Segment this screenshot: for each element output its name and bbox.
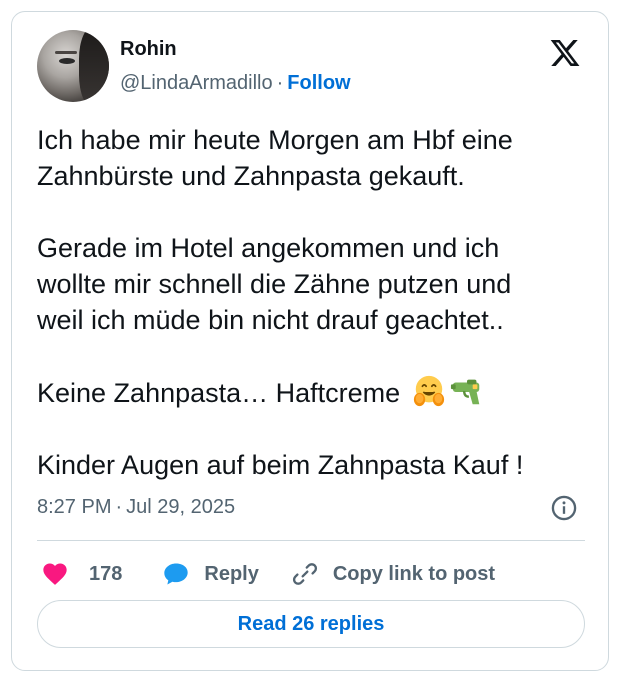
tweet-line: Zahnbürste und Zahnpasta gekauft. xyxy=(37,161,465,191)
tweet-line: Gerade im Hotel angekommen und ich xyxy=(37,233,500,263)
tweet-date: Jul 29, 2025 xyxy=(126,496,236,518)
tweet-card: Rohin @LindaArmadillo · Follow Ich habe mi… xyxy=(11,11,609,671)
info-icon[interactable] xyxy=(550,494,578,522)
like-button[interactable]: 178 xyxy=(41,560,122,588)
handle-separator: · xyxy=(276,72,284,94)
follow-button[interactable]: Follow xyxy=(287,72,350,94)
tweet-line: wollte mir schnell die Zähne putzen und xyxy=(37,269,512,299)
copy-link-button[interactable]: Copy link to post xyxy=(291,560,495,588)
avatar-brow xyxy=(55,51,77,54)
link-icon xyxy=(292,563,317,585)
reply-button[interactable]: Reply xyxy=(162,560,259,588)
action-bar: 178 Reply Copy link to post xyxy=(37,554,585,594)
tweet-text: Ich habe mir heute Morgen am Hbf eine Za… xyxy=(37,122,597,483)
tweet-line: Keine Zahnpasta… Haftcreme xyxy=(37,378,401,408)
speech-bubble-icon xyxy=(164,563,189,585)
like-count: 178 xyxy=(89,562,123,585)
avatar-hair xyxy=(79,30,109,102)
tweet-line: Ich habe mir heute Morgen am Hbf eine xyxy=(37,125,513,155)
avatar-eye xyxy=(59,58,75,64)
tweet-line: Kinder Augen auf beim Zahnpasta Kauf ! xyxy=(37,450,524,480)
reply-label: Reply xyxy=(204,562,259,585)
author-name[interactable]: Rohin xyxy=(120,38,177,61)
divider xyxy=(37,540,585,541)
author-handle[interactable]: @LindaArmadillo xyxy=(120,72,273,94)
tweet-timestamp[interactable]: 8:27 PM · Jul 29, 2025 xyxy=(37,496,235,519)
copy-link-label: Copy link to post xyxy=(332,562,496,585)
author-handle-line: @LindaArmadillo · Follow xyxy=(120,72,351,95)
water-pistol-emoji-icon xyxy=(450,379,479,405)
tweet-line-with-emoji: Keine Zahnpasta… Haftcreme xyxy=(37,374,597,411)
x-logo-icon[interactable] xyxy=(548,37,582,69)
avatar[interactable] xyxy=(37,30,109,102)
read-replies-button[interactable]: Read 26 replies xyxy=(37,600,585,648)
timestamp-separator: · xyxy=(115,496,123,518)
tweet-time: 8:27 PM xyxy=(37,496,112,518)
hugging-face-emoji-icon xyxy=(413,375,444,407)
heart-icon xyxy=(43,563,67,585)
tweet-line: weil ich müde bin nicht drauf geachtet.. xyxy=(37,305,504,335)
